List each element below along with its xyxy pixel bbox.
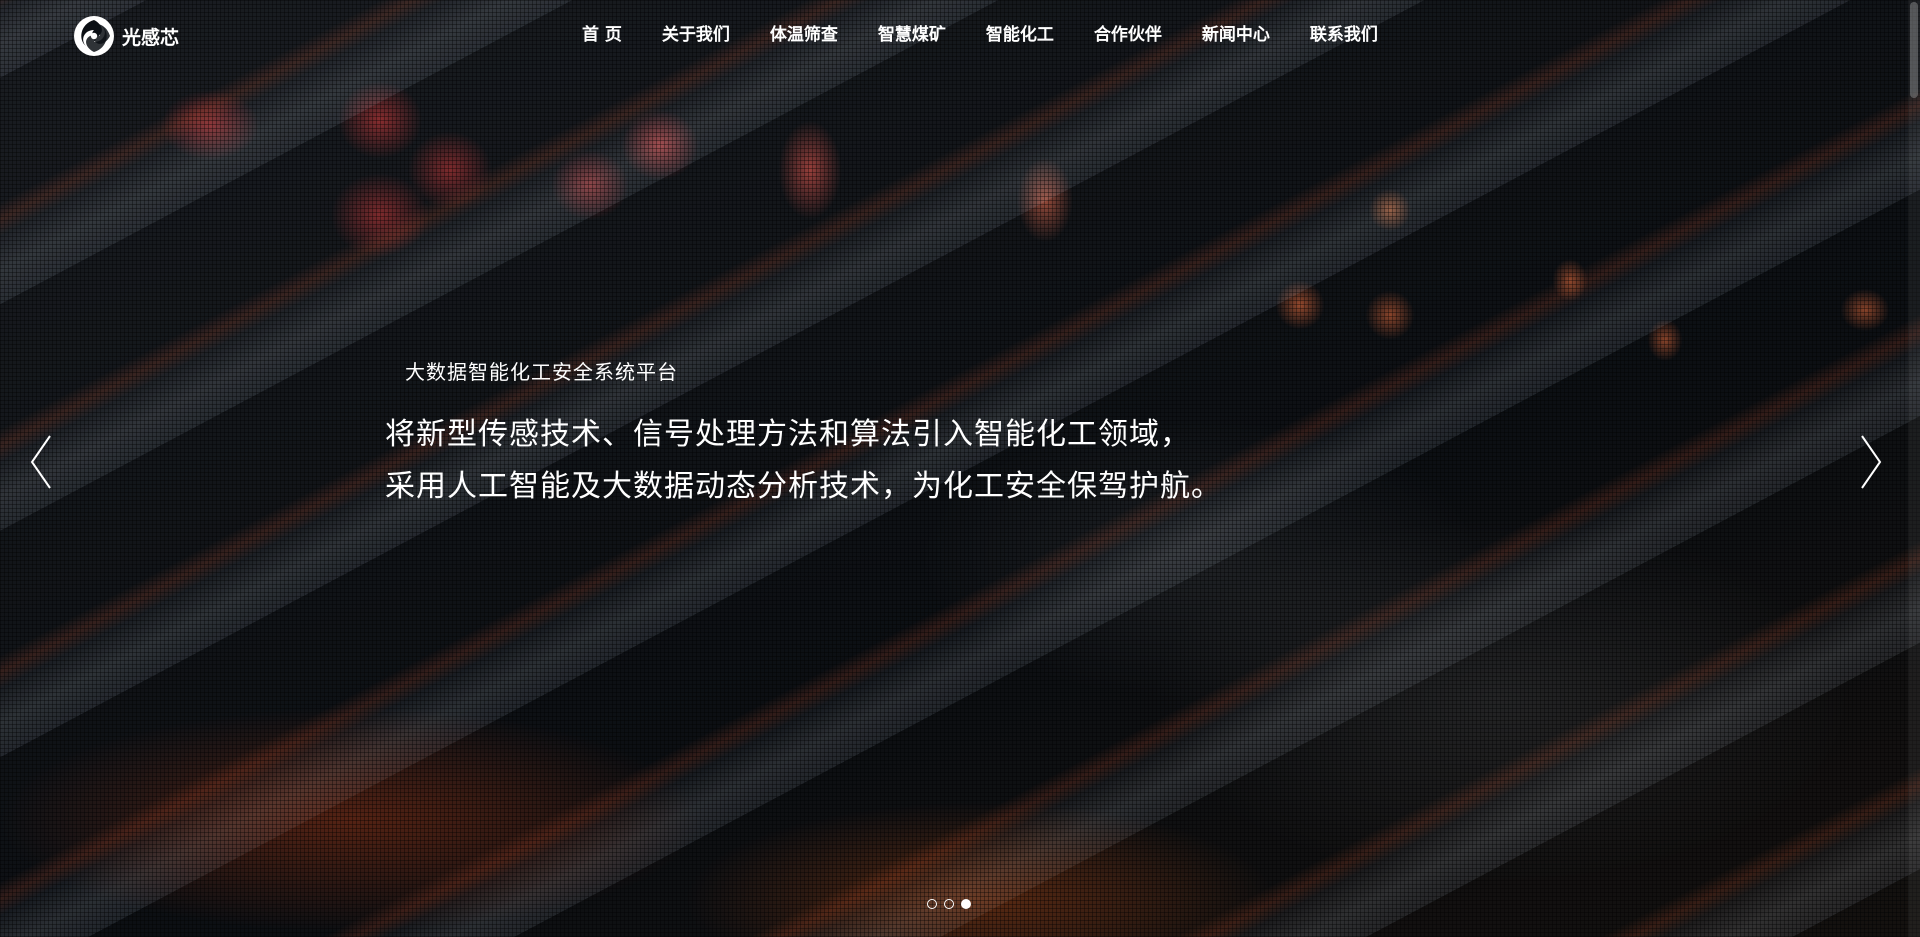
carousel-dot-3[interactable] — [961, 899, 971, 909]
brand-name: 光感芯 — [122, 26, 180, 49]
chevron-right-icon — [1861, 435, 1882, 489]
hero-banner: 光感芯 首 页 关于我们 体温筛查 智慧煤矿 智能化工 合作伙伴 新闻中心 联系… — [0, 0, 1920, 937]
nav-item-temperature-screening[interactable]: 体温筛查 — [750, 22, 858, 48]
hero-caption: 大数据智能化工安全系统平台 将新型传感技术、信号处理方法和算法引入智能化工领域，… — [385, 357, 1222, 513]
carousel-prev-button[interactable] — [28, 434, 54, 490]
nav-item-contact[interactable]: 联系我们 — [1290, 22, 1398, 48]
nav-item-smart-chemical[interactable]: 智能化工 — [966, 22, 1074, 48]
hero-subtitle: 大数据智能化工安全系统平台 — [405, 360, 678, 384]
main-nav: 首 页 关于我们 体温筛查 智慧煤矿 智能化工 合作伙伴 新闻中心 联系我们 — [572, 22, 1398, 48]
swirl-logo-icon — [74, 16, 114, 56]
nav-item-about[interactable]: 关于我们 — [642, 22, 750, 48]
scrollbar-thumb[interactable] — [1910, 2, 1918, 98]
nav-item-news[interactable]: 新闻中心 — [1182, 22, 1290, 48]
hero-headline: 将新型传感技术、信号处理方法和算法引入智能化工领域， 采用人工智能及大数据动态分… — [385, 409, 1222, 513]
chevron-left-icon — [30, 435, 51, 489]
carousel-next-button[interactable] — [1858, 434, 1884, 490]
carousel-dot-2[interactable] — [944, 899, 954, 909]
top-navigation-bar: 光感芯 首 页 关于我们 体温筛查 智慧煤矿 智能化工 合作伙伴 新闻中心 联系… — [0, 0, 1920, 70]
carousel-pagination — [927, 899, 971, 909]
hero-headline-line-1: 将新型传感技术、信号处理方法和算法引入智能化工领域， — [385, 417, 1191, 452]
nav-item-home[interactable]: 首 页 — [572, 22, 642, 48]
hero-headline-line-2: 采用人工智能及大数据动态分析技术，为化工安全保驾护航。 — [385, 469, 1222, 504]
carousel-dot-1[interactable] — [927, 899, 937, 909]
page-scrollbar[interactable] — [1908, 0, 1920, 937]
site-logo[interactable]: 光感芯 — [72, 14, 179, 58]
nav-item-partners[interactable]: 合作伙伴 — [1074, 22, 1182, 48]
nav-item-smart-mining[interactable]: 智慧煤矿 — [858, 22, 966, 48]
